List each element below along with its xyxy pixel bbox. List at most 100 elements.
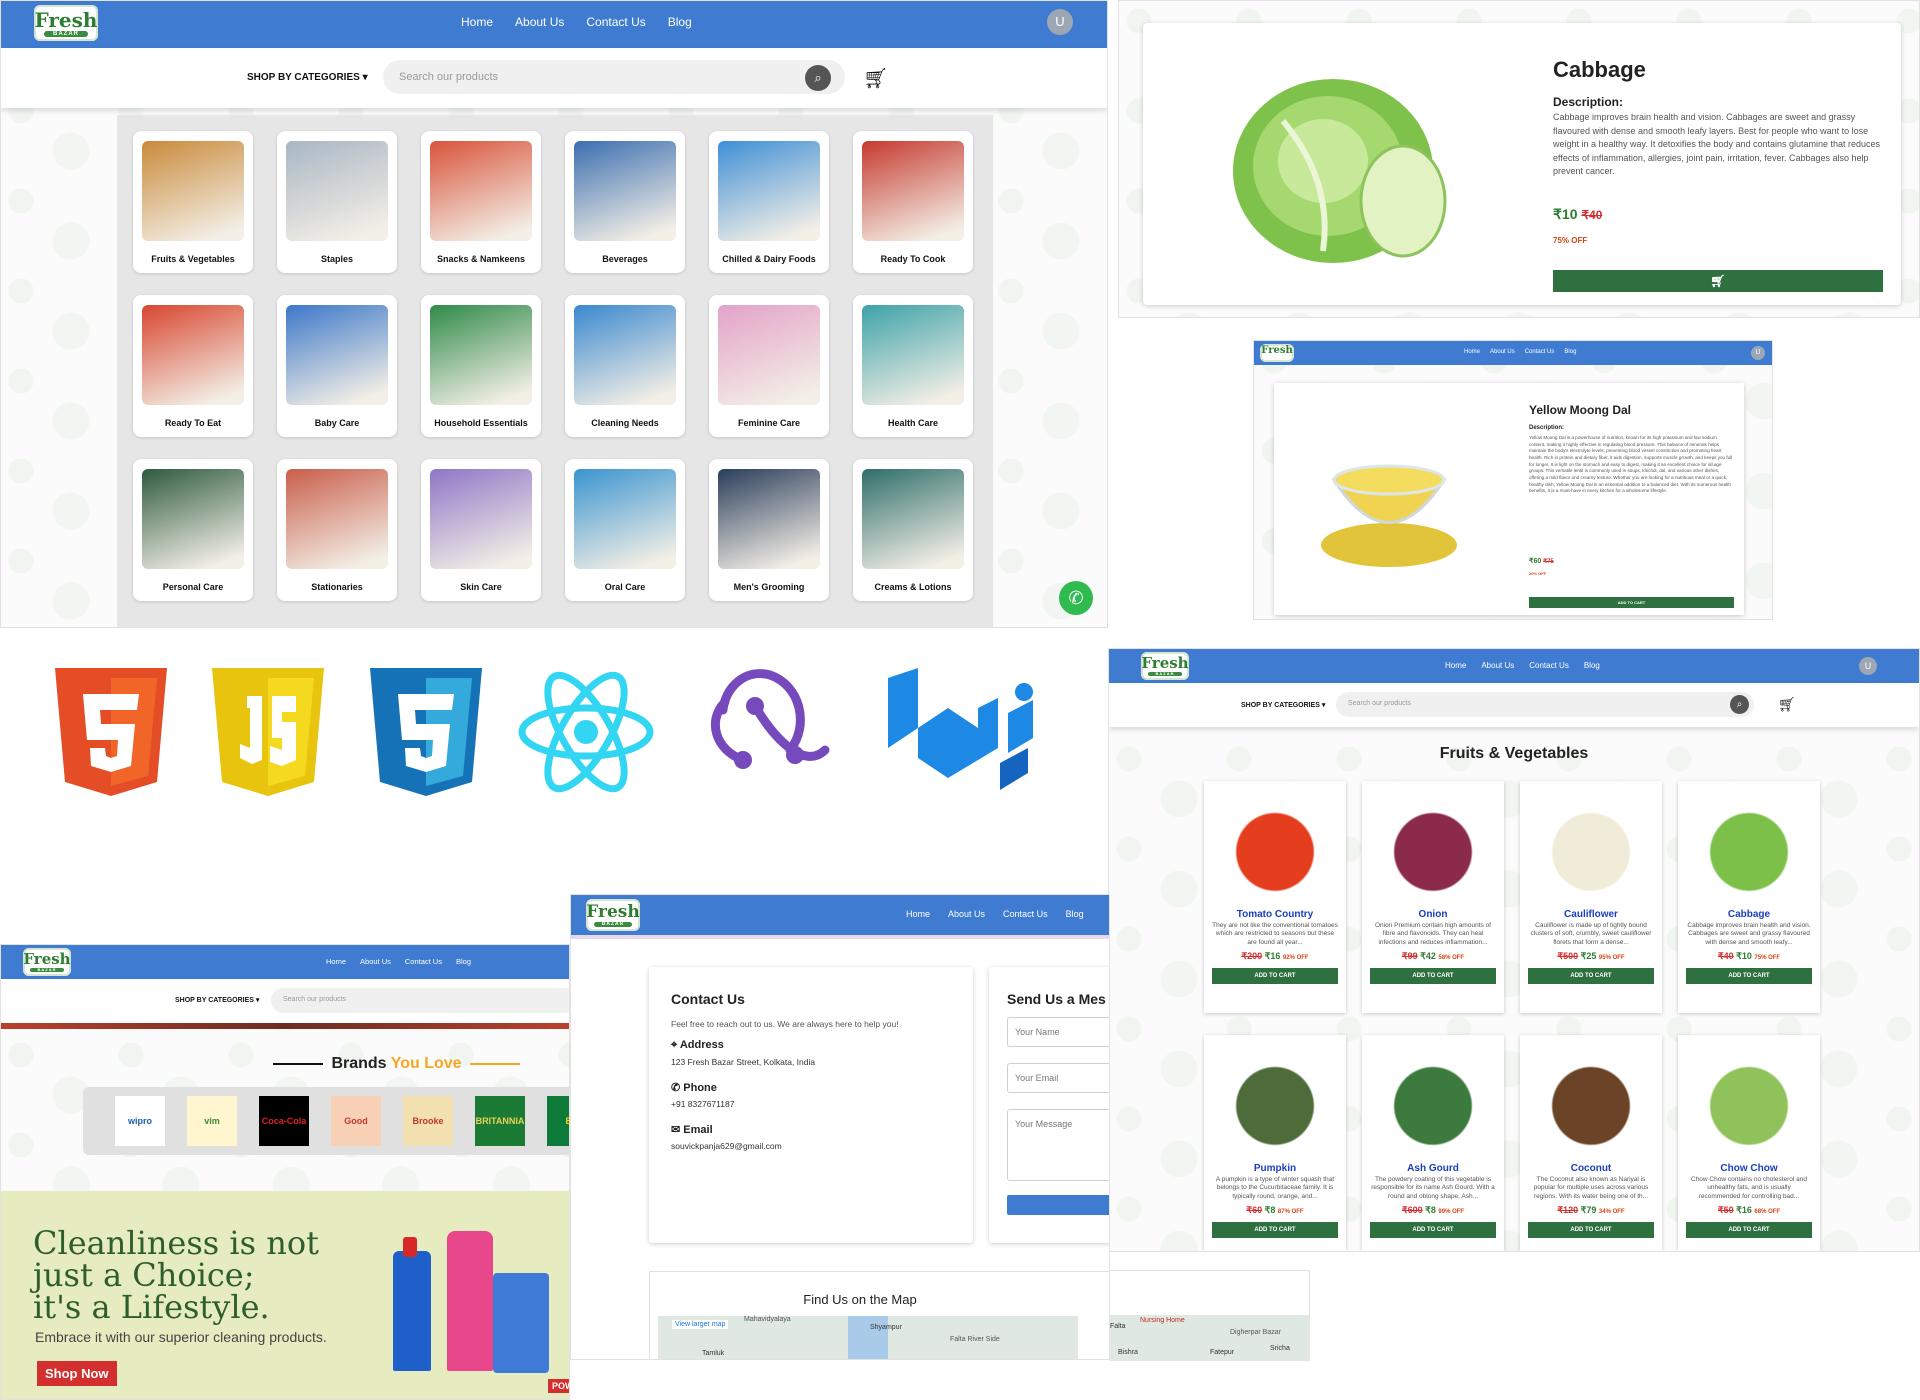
nav-about[interactable]: About Us xyxy=(360,957,391,966)
nav-contact[interactable]: Contact Us xyxy=(405,957,442,966)
add-to-cart-button[interactable]: 🛒︎ xyxy=(1553,270,1883,292)
add-to-cart-button[interactable]: ADD TO CART xyxy=(1529,597,1734,608)
logo[interactable]: Fresh BAZAR xyxy=(1141,652,1189,680)
product-description: Onion Premium contain high amounts of fi… xyxy=(1375,922,1491,946)
shop-by-categories-dropdown[interactable]: SHOP BY CATEGORIES ▾ xyxy=(247,72,368,83)
logo[interactable]: Fresh BAZAR xyxy=(23,948,71,976)
product-card[interactable]: Pumpkin A pumpkin is a type of winter squ… xyxy=(1204,1035,1346,1251)
product-card[interactable]: Tomato Country They are not like the conv… xyxy=(1204,781,1346,1013)
category-card[interactable]: Baby Care xyxy=(277,295,397,437)
category-card[interactable]: Oral Care xyxy=(565,459,685,601)
redux-icon xyxy=(710,669,830,769)
nav-blog[interactable]: Blog xyxy=(456,957,471,966)
cart-icon[interactable]: 🛒︎ xyxy=(1778,696,1796,713)
nav-home[interactable]: Home xyxy=(1464,349,1480,355)
brand-logo[interactable]: BR xyxy=(547,1096,569,1146)
brand-logo[interactable]: wipro xyxy=(115,1096,165,1146)
map-embed[interactable]: View larger map Shyampur Falta River Sid… xyxy=(658,1316,1078,1359)
nav-home[interactable]: Home xyxy=(326,957,346,966)
product-card[interactable]: Coconut The Coconut also known as Nariyal… xyxy=(1520,1035,1662,1251)
category-card[interactable]: Men's Grooming xyxy=(709,459,829,601)
nav-contact[interactable]: Contact Us xyxy=(1529,661,1569,670)
nav-about[interactable]: About Us xyxy=(1490,349,1515,355)
send-button[interactable] xyxy=(1007,1195,1109,1215)
search-icon[interactable]: ⌕ xyxy=(805,65,831,91)
nav-about[interactable]: About Us xyxy=(948,909,985,919)
map-title: Find Us on the Map xyxy=(803,1292,917,1307)
category-card[interactable]: Stationaries xyxy=(277,459,397,601)
category-card[interactable]: Ready To Cook xyxy=(853,131,973,273)
shop-by-categories-dropdown[interactable]: SHOP BY CATEGORIES ▾ xyxy=(1241,701,1325,709)
shop-by-categories-dropdown[interactable]: SHOP BY CATEGORIES ▾ xyxy=(175,996,259,1004)
email-field[interactable]: Your Email xyxy=(1007,1063,1109,1093)
nav-blog[interactable]: Blog xyxy=(1066,909,1084,919)
product-card[interactable]: Chow Chow Chow Chow contains no cholester… xyxy=(1678,1035,1820,1251)
category-card[interactable]: Cleaning Needs xyxy=(565,295,685,437)
nav-home[interactable]: Home xyxy=(461,15,493,29)
nav-blog[interactable]: Blog xyxy=(668,15,692,29)
brand-logo[interactable]: Coca-Cola xyxy=(259,1096,309,1146)
nav-contact[interactable]: Contact Us xyxy=(1525,349,1555,355)
shop-now-button[interactable]: Shop Now xyxy=(37,1361,117,1386)
category-card[interactable]: Beverages xyxy=(565,131,685,273)
category-card[interactable]: Fruits & Vegetables xyxy=(133,131,253,273)
add-to-cart-button[interactable]: ADD TO CART xyxy=(1528,968,1654,984)
logo[interactable]: Fresh xyxy=(1260,344,1294,362)
category-image xyxy=(862,305,964,405)
category-card[interactable]: Chilled & Dairy Foods xyxy=(709,131,829,273)
nav-about[interactable]: About Us xyxy=(515,15,564,29)
add-to-cart-button[interactable]: ADD TO CART xyxy=(1212,1222,1338,1238)
avatar[interactable]: U xyxy=(1859,657,1877,675)
moong-detail-screenshot: Fresh Home About Us Contact Us Blog U Ye… xyxy=(1253,340,1773,620)
add-to-cart-button[interactable]: ADD TO CART xyxy=(1370,968,1496,984)
add-to-cart-button[interactable]: ADD TO CART xyxy=(1686,1222,1812,1238)
category-card[interactable]: Creams & Lotions xyxy=(853,459,973,601)
promo-banner: Cleanliness is not just a Choice; it's a L… xyxy=(1,1191,569,1399)
logo[interactable]: Fresh BAZAR xyxy=(586,899,640,931)
message-field[interactable]: Your Message xyxy=(1007,1109,1109,1181)
category-card[interactable]: Personal Care xyxy=(133,459,253,601)
nav-contact[interactable]: Contact Us xyxy=(1003,909,1048,919)
nav-home[interactable]: Home xyxy=(1445,661,1466,670)
brand-logo[interactable]: Good knight xyxy=(331,1096,381,1146)
price-row: ₹40 ₹10 75% OFF xyxy=(1678,951,1820,962)
search-icon[interactable]: ⌕ xyxy=(1730,695,1749,714)
add-to-cart-button[interactable]: ADD TO CART xyxy=(1212,968,1338,984)
cart-icon[interactable]: 🛒︎ xyxy=(863,66,888,91)
map-card: Find Us on the Map View larger map Shyam… xyxy=(649,1271,1109,1359)
brand-logo[interactable]: vim xyxy=(187,1096,237,1146)
logo[interactable]: Fresh BAZAR xyxy=(34,5,98,41)
category-card[interactable]: Feminine Care xyxy=(709,295,829,437)
add-to-cart-button[interactable]: ADD TO CART xyxy=(1528,1222,1654,1238)
brand-logo[interactable]: BRITANNIA xyxy=(475,1096,525,1146)
avatar[interactable]: U xyxy=(1751,346,1765,360)
avatar[interactable]: U xyxy=(1047,9,1073,35)
product-card[interactable]: Ash Gourd The powdery coating of this veg… xyxy=(1362,1035,1504,1251)
product-card[interactable]: Onion Onion Premium contain high amounts … xyxy=(1362,781,1504,1013)
nav-blog[interactable]: Blog xyxy=(1584,661,1600,670)
category-card[interactable]: Household Essentials xyxy=(421,295,541,437)
category-card[interactable]: Snacks & Namkeens xyxy=(421,131,541,273)
category-card[interactable]: Health Care xyxy=(853,295,973,437)
search-input[interactable]: Search our products xyxy=(271,988,569,1013)
nav-about[interactable]: About Us xyxy=(1481,661,1514,670)
view-larger-map-link[interactable]: View larger map xyxy=(672,1320,729,1329)
search-input[interactable]: Search our products xyxy=(383,60,845,94)
nav-home[interactable]: Home xyxy=(906,909,930,919)
product-card[interactable]: Cabbage Cabbage improves brain health and… xyxy=(1678,781,1820,1013)
add-to-cart-button[interactable]: ADD TO CART xyxy=(1686,968,1812,984)
whatsapp-icon[interactable]: ✆ xyxy=(1059,581,1093,615)
nav-contact[interactable]: Contact Us xyxy=(586,15,645,29)
category-card[interactable]: Ready To Eat xyxy=(133,295,253,437)
category-image xyxy=(286,141,388,241)
category-card[interactable]: Skin Care xyxy=(421,459,541,601)
add-to-cart-button[interactable]: ADD TO CART xyxy=(1370,1222,1496,1238)
price-row: ₹99 ₹42 58% OFF xyxy=(1362,951,1504,962)
nav-blog[interactable]: Blog xyxy=(1564,349,1576,355)
name-field[interactable]: Your Name xyxy=(1007,1017,1109,1047)
search-input[interactable]: Search our products xyxy=(1336,692,1754,717)
product-card[interactable]: Cauliflower Cauliflower is made up of tig… xyxy=(1520,781,1662,1013)
tech-icons-row xyxy=(0,640,1108,820)
brand-logo[interactable]: Brooke Bond xyxy=(403,1096,453,1146)
category-card[interactable]: Staples xyxy=(277,131,397,273)
